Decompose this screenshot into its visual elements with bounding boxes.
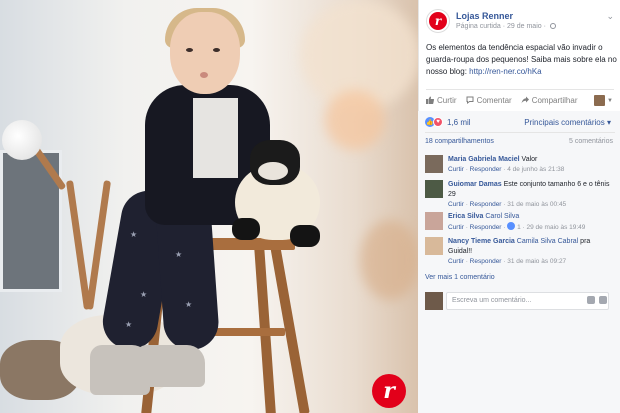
comment-meta: Curtir · Responder · 31 de maio às 09:27 [448,258,567,265]
share-icon [521,96,529,104]
mouth [200,72,208,78]
camera-icon[interactable] [587,296,595,304]
comment-time[interactable]: 4 de junho às 21:38 [507,166,564,173]
commenter-avatar[interactable] [425,155,443,173]
caret-down-icon: ▼ [607,97,613,104]
liked-page-label: Página curtida [456,23,501,30]
star-pattern-icon: ★ [125,320,133,329]
love-reaction-icon: ♥ [433,117,443,127]
comment-author-link[interactable]: Guiomar Damas [448,181,502,188]
viewer-avatar [425,292,443,310]
commenter-avatar[interactable] [425,237,443,255]
comment-label: Comentar [476,95,512,105]
thumbs-up-icon [426,96,434,104]
reactions-bar[interactable]: 👍 ♥ 1,6 mil Principais comentários ▾ [425,116,615,128]
star-pattern-icon: ★ [185,300,193,309]
lamp-stand [65,180,92,310]
post-header: r Lojas Renner Página curtida · 29 de ma… [426,9,616,35]
comment-reply-link[interactable]: Responder [470,258,502,265]
bokeh-light [325,90,385,150]
shares-count-link[interactable]: 18 compartilhamentos [425,138,494,145]
bokeh-light [360,220,418,300]
divider [425,132,615,133]
comments-count: 5 comentários [569,138,613,145]
comment-time[interactable]: 31 de maio às 00:45 [507,201,566,208]
view-more-comments-link[interactable]: Ver mais 1 comentário [425,274,495,281]
child-face [170,12,240,94]
lojas-renner-logo-icon: r [372,374,406,408]
sneaker [135,345,205,387]
comment-reply-link[interactable]: Responder [470,201,502,208]
comment-author-link[interactable]: Nancy Tieme Garcia [448,238,515,245]
page-name-link[interactable]: Lojas Renner [456,11,513,21]
post-meta: Página curtida · 29 de maio · [456,23,556,30]
plush-cow-leg [232,218,260,240]
share-label: Compartilhar [531,95,578,105]
comment-text: Valor [521,156,538,163]
plush-cow-leg [290,225,320,247]
comment-time[interactable]: 29 de maio às 19:49 [526,224,585,231]
shirt [193,98,238,178]
engagement-stats: 18 compartilhamentos 5 comentários [425,138,613,145]
post-actions: Curtir Comentar Compartilhar ▼ [426,93,616,107]
lamp-shade [2,120,42,160]
share-button[interactable]: Compartilhar [521,95,578,105]
page-avatar-letter: r [429,12,447,30]
star-pattern-icon: ★ [175,250,183,259]
star-pattern-icon: ★ [130,230,138,239]
comment-time[interactable]: 31 de maio às 09:27 [507,258,566,265]
write-comment-row: Escreva um comentário... [425,292,613,310]
comment-likes-count[interactable]: 1 [517,224,521,231]
comment-like-link[interactable]: Curtir [448,166,464,173]
comment-reply-link[interactable]: Responder [470,224,502,231]
comment-input[interactable]: Escreva um comentário... [446,292,609,310]
page-avatar[interactable]: r [426,9,450,33]
viewer-selector[interactable]: ▼ [594,95,613,106]
emoji-icon[interactable] [599,296,607,304]
meta-separator: · [502,23,506,30]
comment-like-link[interactable]: Curtir [448,224,464,231]
comment-input-icons [587,296,607,304]
logo-letter: r [383,378,395,404]
like-label: Curtir [437,95,457,105]
comment-icon [466,96,474,104]
comment-mention-link[interactable]: Camila Silva Cabral [517,238,578,245]
post-link[interactable]: http://ren-ner.co/hKa [469,67,542,76]
reactions-count[interactable]: 1,6 mil [447,118,471,127]
comment-author-link[interactable]: Maria Gabriela Maciel [448,156,520,163]
comment-like-link[interactable]: Curtir [448,201,464,208]
comment-body: Guiomar Damas Este conjunto tamanho 6 e … [448,180,612,210]
divider [426,89,614,90]
plush-cow-muzzle [258,162,288,180]
comment-like-link[interactable]: Curtir [448,258,464,265]
eye [186,48,193,52]
comment-author-link[interactable]: Erica Silva [448,213,483,220]
comment-meta: Curtir · Responder · 31 de maio às 00:45 [448,201,567,208]
comment-mention-link[interactable]: Carol Silva [485,213,519,220]
comment-button[interactable]: Comentar [466,96,512,105]
comment-body: Maria Gabriela Maciel Valor Curtir · Res… [448,155,612,175]
viewer-avatar [594,95,606,106]
like-button[interactable]: Curtir [426,96,457,105]
post-date-link[interactable]: 29 de maio [507,23,542,30]
comment-body: Nancy Tieme Garcia Camila Silva Cabral p… [448,237,612,267]
comment-body: Erica Silva Carol Silva Curtir · Respond… [448,212,612,233]
meta-separator: · [543,23,546,30]
post-text: Os elementos da tendência espacial vão i… [426,42,618,78]
post-photo[interactable]: ★ ★ ★ ★ ★ r [0,0,418,413]
commenter-avatar[interactable] [425,212,443,230]
star-pattern-icon: ★ [140,290,148,299]
like-badge-icon [507,222,516,230]
chevron-down-icon[interactable]: ⌄ [606,11,614,22]
top-comments-dropdown[interactable]: Principais comentários ▾ [524,118,611,127]
globe-icon [549,23,556,29]
eye [213,48,220,52]
commenter-avatar[interactable] [425,180,443,198]
comment-meta: Curtir · Responder · 1 · 29 de maio às 1… [448,222,586,231]
comment-reply-link[interactable]: Responder [470,166,502,173]
comment-meta: Curtir · Responder · 4 de junho às 21:38 [448,166,565,173]
